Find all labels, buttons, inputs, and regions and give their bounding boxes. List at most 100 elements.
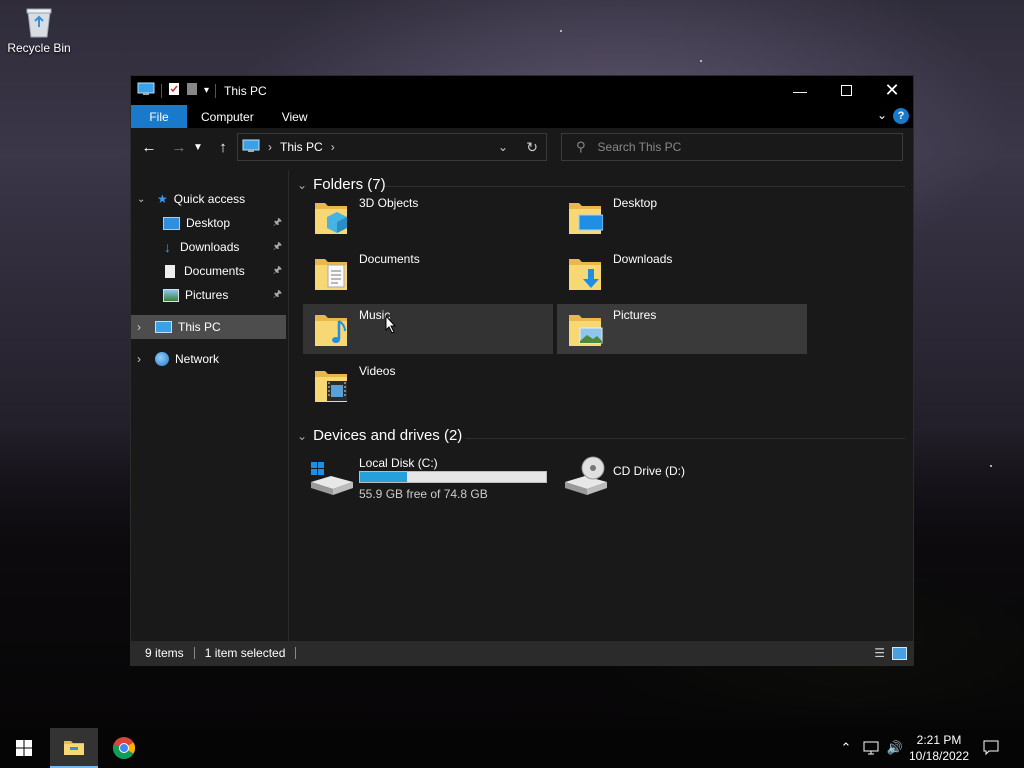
chevron-up-icon: ⌃ <box>840 740 852 755</box>
large-icons-view-icon[interactable] <box>892 647 907 660</box>
expand-ribbon-icon[interactable]: ⌄ <box>877 108 887 122</box>
folder-videos[interactable]: Videos <box>303 360 553 410</box>
tab-computer[interactable]: Computer <box>187 105 268 128</box>
speaker-icon: 🔊 <box>886 740 904 755</box>
folder-label: Documents <box>359 252 420 266</box>
folder-label: Pictures <box>613 308 657 322</box>
drive-usage-fill <box>360 472 408 482</box>
minimize-button[interactable]: — <box>777 76 823 105</box>
help-icon[interactable]: ? <box>893 108 909 124</box>
pin-icon: 🖈 <box>272 216 282 228</box>
folder-desktop-icon <box>569 203 603 234</box>
customize-quick-access-icon[interactable]: ▾ <box>204 85 209 96</box>
sidebar-item-this-pc[interactable]: › This PC <box>131 315 286 339</box>
sidebar-item-label: Pictures <box>185 288 229 302</box>
drive-cd-d[interactable]: CD Drive (D:) <box>557 454 807 504</box>
forward-button[interactable]: → <box>167 135 191 159</box>
chevron-down-icon[interactable]: ⌄ <box>137 194 151 205</box>
taskbar-file-explorer[interactable] <box>50 728 98 768</box>
folder-label: Desktop <box>613 196 658 210</box>
search-icon: ⚲ <box>576 139 586 154</box>
up-arrow-icon: ↑ <box>219 138 227 156</box>
ribbon-tabs: File Computer View ⌄ ? <box>131 105 913 128</box>
drive-local-disk-c[interactable]: Local Disk (C:) 55.9 GB free of 74.8 GB <box>303 454 555 504</box>
folder-label: Videos <box>359 364 396 378</box>
search-box[interactable]: ⚲ Search This PC <box>561 133 903 161</box>
network-tray-icon <box>863 741 879 755</box>
sidebar-item-quick-access[interactable]: ⌄ ★ Quick access <box>131 187 286 211</box>
new-folder-icon[interactable] <box>186 82 198 99</box>
taskbar-chrome[interactable] <box>100 728 148 768</box>
back-button[interactable]: ← <box>137 135 161 159</box>
drive-free-space: 55.9 GB free of 74.8 GB <box>359 487 488 501</box>
documents-icon <box>165 264 175 278</box>
breadcrumb-this-pc[interactable]: This PC <box>280 140 323 154</box>
volume-tray-button[interactable]: 🔊 <box>884 728 906 768</box>
file-explorer-icon <box>64 741 84 755</box>
devices-group-header[interactable]: ⌄ Devices and drives (2) <box>297 427 462 444</box>
folder-desktop[interactable]: Desktop <box>557 192 807 242</box>
mouse-cursor-icon <box>385 315 397 334</box>
pin-icon: 🖈 <box>272 240 282 252</box>
folder-documents[interactable]: Documents <box>303 248 553 298</box>
tab-file[interactable]: File <box>131 105 187 128</box>
address-history-dropdown[interactable]: ⌄ <box>498 140 508 154</box>
start-button[interactable] <box>0 728 48 768</box>
folders-group-header[interactable]: ⌄ Folders (7) <box>297 176 386 193</box>
folder-downloads-icon <box>569 259 601 290</box>
wallpaper-star <box>990 465 992 467</box>
chevron-down-icon[interactable]: ⌄ <box>297 178 307 192</box>
chevron-right-icon[interactable]: › <box>137 320 151 334</box>
window-title: This PC <box>224 83 267 98</box>
sidebar-item-documents[interactable]: Documents 🖈 <box>131 259 286 283</box>
downloads-icon: ↓ <box>164 239 171 255</box>
folder-downloads[interactable]: Downloads <box>557 248 807 298</box>
hard-drive-icon <box>311 462 353 495</box>
tab-view[interactable]: View <box>268 105 322 128</box>
navigation-bar: ← → ▼ ↑ › This PC › ⌄ ↻ ⚲ Search This PC <box>131 128 913 169</box>
sidebar-item-pictures[interactable]: Pictures 🖈 <box>131 283 286 307</box>
title-bar[interactable]: ▾ This PC — ✕ <box>131 76 913 105</box>
file-view: ⌄ Folders (7) 3D Objects Desktop Documen… <box>289 170 913 642</box>
details-view-icon[interactable]: ☰ <box>874 646 885 660</box>
up-button[interactable]: ↑ <box>211 135 235 159</box>
action-center-button[interactable] <box>976 728 1006 768</box>
folder-3d-objects[interactable]: 3D Objects <box>303 192 553 242</box>
star-icon: ★ <box>157 192 168 206</box>
folder-pictures[interactable]: Pictures <box>557 304 807 354</box>
recycle-bin-icon <box>24 6 54 38</box>
sidebar-item-label: Documents <box>184 264 245 278</box>
properties-icon[interactable] <box>168 82 180 99</box>
folder-music[interactable]: Music <box>303 304 553 354</box>
toolbar-separator <box>161 83 162 98</box>
sidebar-item-desktop[interactable]: Desktop 🖈 <box>131 211 286 235</box>
recent-locations-button[interactable]: ▼ <box>191 135 205 159</box>
group-divider <box>385 186 905 187</box>
recycle-bin-shortcut[interactable]: Recycle Bin <box>6 6 72 55</box>
folder-documents-icon <box>315 259 347 290</box>
chevron-down-icon: ▼ <box>193 141 203 153</box>
clock-time: 2:21 PM <box>916 733 962 747</box>
address-bar[interactable]: › This PC › ⌄ ↻ <box>237 133 547 161</box>
sidebar-item-label: Desktop <box>186 216 231 230</box>
refresh-icon[interactable]: ↻ <box>526 139 538 156</box>
sidebar-item-downloads[interactable]: ↓ Downloads 🖈 <box>131 235 286 259</box>
sidebar-item-network[interactable]: › Network <box>131 347 286 371</box>
chevron-right-icon[interactable]: › <box>137 352 151 366</box>
breadcrumb-separator-icon: › <box>268 140 272 154</box>
status-separator <box>295 647 297 659</box>
back-arrow-icon: ← <box>141 138 157 156</box>
windows-logo-icon <box>16 740 32 756</box>
show-hidden-icons-button[interactable]: ⌃ <box>836 728 856 768</box>
network-icon <box>155 352 169 366</box>
network-tray-button[interactable] <box>860 728 882 768</box>
maximize-button[interactable] <box>823 76 869 105</box>
selection-count: 1 item selected <box>204 646 286 660</box>
wallpaper-star <box>560 30 562 32</box>
clock[interactable]: 2:21 PM 10/18/2022 <box>906 728 972 768</box>
search-input[interactable]: Search This PC <box>598 140 682 154</box>
taskbar: ⌃ 🔊 2:21 PM 10/18/2022 <box>0 728 1024 768</box>
navigation-pane: ⌄ ★ Quick access Desktop 🖈 ↓ Downloads 🖈… <box>131 170 289 642</box>
close-button[interactable]: ✕ <box>869 76 915 105</box>
chevron-down-icon[interactable]: ⌄ <box>297 429 307 443</box>
